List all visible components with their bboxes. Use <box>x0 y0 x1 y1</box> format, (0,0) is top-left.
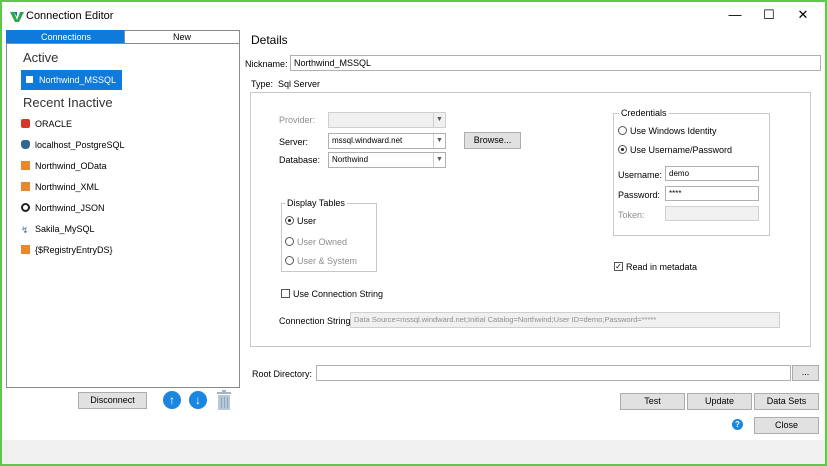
move-up-button[interactable]: ↑ <box>163 391 181 409</box>
server-label: Server: <box>279 137 309 147</box>
username-password-label: Use Username/Password <box>630 145 733 155</box>
browse-button[interactable]: Browse... <box>464 132 521 149</box>
move-down-button[interactable]: ↓ <box>189 391 207 409</box>
mysql-icon: ↯ <box>21 225 29 235</box>
type-label: Type: <box>251 79 274 89</box>
connection-item-northwind-xml[interactable]: Northwind_XML <box>21 179 99 195</box>
data-sets-button[interactable]: Data Sets <box>754 393 819 410</box>
connection-item-label: ORACLE <box>35 119 73 129</box>
root-directory-label: Root Directory: <box>252 369 313 379</box>
oracle-icon <box>21 119 30 128</box>
connections-list-panel: Active Northwind_MSSQL Recent Inactive O… <box>6 43 240 388</box>
chevron-down-icon: ▼ <box>433 134 445 148</box>
read-metadata-label: Read in metadata <box>626 262 698 272</box>
connection-item-registry-entry[interactable]: {$RegistryEntryDS} <box>21 242 113 258</box>
provider-label: Provider: <box>279 115 316 125</box>
registry-icon <box>21 245 30 254</box>
database-value: Northwind <box>332 155 369 164</box>
type-value: Sql Server <box>278 79 321 89</box>
display-tables-title: Display Tables <box>285 198 347 208</box>
test-button[interactable]: Test <box>620 393 685 410</box>
connection-item-label: Northwind_XML <box>35 182 100 192</box>
token-label: Token: <box>618 210 645 220</box>
minimize-button[interactable]: — <box>720 4 750 26</box>
provider-select: ▼ <box>328 112 446 128</box>
nickname-label: Nickname: <box>245 59 288 69</box>
odata-icon <box>21 161 30 170</box>
windows-identity-label: Use Windows Identity <box>630 126 717 136</box>
connection-editor-window: Connection Editor — ☐ ✕ Connections New … <box>2 2 825 464</box>
postgresql-icon <box>21 140 30 149</box>
password-label: Password: <box>618 190 661 200</box>
username-input[interactable]: demo <box>665 166 759 181</box>
xml-icon <box>21 182 30 191</box>
chevron-down-icon: ▼ <box>433 113 445 127</box>
radio-user[interactable] <box>285 216 294 225</box>
server-value: mssql.windward.net <box>332 136 403 145</box>
sqlserver-icon <box>25 75 34 84</box>
arrow-down-icon: ↓ <box>195 393 201 407</box>
trash-icon[interactable] <box>216 390 232 410</box>
read-metadata-checkbox[interactable]: ✓ <box>614 262 623 271</box>
connection-item-label: {$RegistryEntryDS} <box>35 245 113 255</box>
connection-item-northwind-odata[interactable]: Northwind_OData <box>21 158 107 174</box>
connection-item-label: Northwind_MSSQL <box>39 75 117 85</box>
connection-item-label: Sakila_MySQL <box>35 224 95 234</box>
connection-item-sakila-mysql[interactable]: ↯ Sakila_MySQL <box>21 221 95 237</box>
use-conn-string-label: Use Connection String <box>293 289 384 299</box>
nickname-input[interactable]: Northwind_MSSQL <box>290 55 821 71</box>
update-button[interactable]: Update <box>687 393 752 410</box>
radio-user-label: User <box>297 216 317 226</box>
conn-string-input: Data Source=mssql.windward.net;Initial C… <box>350 312 780 328</box>
active-heading: Active <box>23 50 59 65</box>
connection-item-label: Northwind_JSON <box>35 203 105 213</box>
checkmark-icon: ✓ <box>615 262 622 271</box>
connection-item-northwind-json[interactable]: Northwind_JSON <box>21 200 105 216</box>
recent-inactive-heading: Recent Inactive <box>23 95 113 110</box>
maximize-button[interactable]: ☐ <box>754 4 784 26</box>
radio-user-owned[interactable] <box>285 237 294 246</box>
connection-item-label: localhost_PostgreSQL <box>35 140 125 150</box>
username-label: Username: <box>618 170 663 180</box>
database-select[interactable]: Northwind ▼ <box>328 152 446 168</box>
disconnect-button[interactable]: Disconnect <box>78 392 147 409</box>
json-icon <box>21 203 30 212</box>
root-directory-input[interactable] <box>316 365 791 381</box>
conn-string-label: Connection String: <box>279 316 354 326</box>
app-logo-icon <box>10 12 24 22</box>
close-window-button[interactable]: ✕ <box>788 4 818 26</box>
help-icon[interactable]: ? <box>732 419 743 430</box>
radio-user-system-label: User & System <box>297 256 358 266</box>
database-label: Database: <box>279 155 321 165</box>
credentials-title: Credentials <box>619 108 669 118</box>
chevron-down-icon: ▼ <box>433 153 445 167</box>
arrow-up-icon: ↑ <box>169 393 175 407</box>
bottom-status-bar <box>2 440 825 464</box>
root-directory-browse-button[interactable]: ... <box>792 365 819 381</box>
radio-windows-identity[interactable] <box>618 126 627 135</box>
token-input <box>665 206 759 221</box>
connection-item-northwind-mssql[interactable]: Northwind_MSSQL <box>21 70 123 90</box>
window-title: Connection Editor <box>26 10 114 22</box>
details-heading: Details <box>251 33 288 47</box>
connection-item-label: Northwind_OData <box>35 161 107 171</box>
connection-item-localhost-postgresql[interactable]: localhost_PostgreSQL <box>21 137 125 153</box>
radio-user-owned-label: User Owned <box>297 237 348 247</box>
server-select[interactable]: mssql.windward.net ▼ <box>328 133 446 149</box>
close-button[interactable]: Close <box>754 417 819 434</box>
radio-username-password[interactable] <box>618 145 627 154</box>
tab-new[interactable]: New <box>124 30 240 44</box>
use-conn-string-checkbox[interactable] <box>281 289 290 298</box>
radio-user-system[interactable] <box>285 256 294 265</box>
connection-item-oracle[interactable]: ORACLE <box>21 116 72 132</box>
password-input[interactable]: **** <box>665 186 759 201</box>
